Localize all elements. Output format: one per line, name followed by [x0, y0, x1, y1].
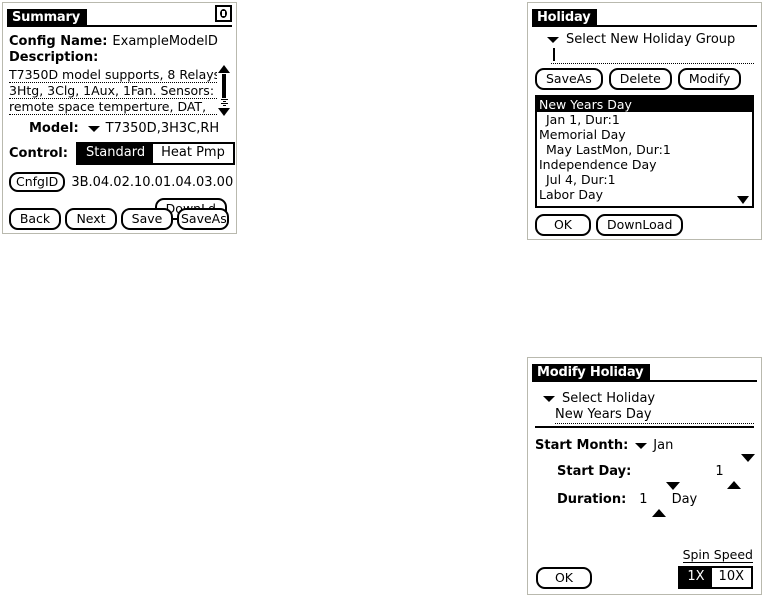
scroll-track-dots-icon — [220, 99, 228, 107]
spin-speed-option-10x[interactable]: 10X — [711, 568, 751, 587]
summary-title: Summary — [7, 9, 87, 27]
list-item[interactable]: Jan 1, Dur:1 — [537, 112, 752, 127]
cnfgid-button[interactable]: CnfgID — [9, 172, 66, 192]
holiday-action-buttons: SaveAs Delete Modify — [535, 68, 754, 90]
chevron-down-icon[interactable] — [547, 36, 559, 43]
list-item[interactable]: Memorial Day — [537, 127, 752, 142]
saveas-button[interactable]: SaveAs — [177, 208, 229, 230]
start-day-row: Start Day: 1 — [535, 454, 755, 489]
list-item[interactable]: New Years Day — [537, 97, 752, 112]
holiday-panel: Holiday Select New Holiday Group SaveAs … — [527, 2, 762, 240]
list-item[interactable]: Labor Day — [537, 187, 752, 202]
info-icon[interactable] — [215, 5, 232, 22]
start-month-value[interactable]: Jan — [653, 438, 673, 453]
text-caret — [553, 48, 555, 61]
config-name-row: Config Name: ExampleModelD — [9, 34, 230, 49]
description-line: 3Htg, 3Clg, 1Aux, 1Fan. Sensors: — [9, 83, 217, 99]
delete-button[interactable]: Delete — [608, 68, 672, 90]
description-box: T7350D model supports, 8 Relays: 3Htg, 3… — [9, 65, 230, 117]
modify-holiday-panel: Modify Holiday Select Holiday New Years … — [527, 357, 762, 595]
duration-label: Duration: — [557, 492, 627, 507]
select-holiday-label[interactable]: Select Holiday — [562, 391, 655, 406]
save-button[interactable]: Save — [121, 208, 173, 230]
holiday-footer-buttons: OK DownLoad — [535, 214, 754, 236]
download-button[interactable]: DownLoad — [596, 214, 684, 236]
holiday-list[interactable]: New Years Day Jan 1, Dur:1 Memorial Day … — [535, 95, 754, 208]
config-name-value: ExampleModelD — [112, 34, 218, 49]
control-label: Control: — [9, 146, 68, 161]
config-name-label: Config Name: — [9, 34, 108, 49]
holiday-group-select-row[interactable]: Select New Holiday Group — [535, 32, 754, 47]
control-toggle[interactable]: Standard Heat Pmp — [75, 142, 235, 165]
holiday-titlebar: Holiday — [532, 6, 757, 27]
spin-speed-toggle[interactable]: 1X 10X — [678, 565, 753, 589]
control-option-standard[interactable]: Standard — [77, 144, 154, 163]
spin-speed-label: Spin Speed — [682, 547, 753, 563]
holiday-group-input[interactable] — [551, 48, 754, 64]
control-option-heat-pmp[interactable]: Heat Pmp — [153, 144, 233, 163]
summary-titlebar: Summary — [7, 5, 232, 27]
start-day-label: Start Day: — [557, 464, 632, 479]
description-scrollbar[interactable] — [218, 65, 230, 117]
modify-ok-row: OK — [536, 567, 592, 589]
holiday-group-select-label[interactable]: Select New Holiday Group — [566, 32, 735, 47]
start-day-value: 1 — [715, 464, 724, 479]
modify-holiday-title: Modify Holiday — [532, 364, 651, 382]
model-label: Model: — [29, 121, 79, 136]
saveas-button[interactable]: SaveAs — [535, 68, 603, 90]
control-row: Control: Standard Heat Pmp — [9, 142, 235, 165]
list-item[interactable]: Jul 4, Dur:1 — [537, 172, 752, 187]
stepper-down-arrow-icon[interactable] — [740, 454, 755, 481]
stepper-up-arrow-icon[interactable] — [726, 462, 741, 489]
list-scroll-down-arrow-icon[interactable] — [737, 196, 749, 204]
scroll-down-arrow-icon[interactable] — [218, 108, 230, 116]
next-button[interactable]: Next — [65, 208, 117, 230]
back-button[interactable]: Back — [9, 208, 61, 230]
duration-value: 1 — [639, 492, 648, 507]
cnfgid-row: CnfgID 3B.04.02.10.01.04.03.00 — [9, 172, 234, 192]
spin-speed-seg[interactable]: 1X 10X — [678, 566, 753, 589]
spin-speed-option-1x[interactable]: 1X — [680, 568, 712, 587]
description-line: remote space temperture, DAT, — [9, 99, 217, 115]
description-text: T7350D model supports, 8 Relays: 3Htg, 3… — [9, 67, 217, 115]
stepper-up-arrow-icon[interactable] — [651, 490, 666, 517]
description-line: T7350D model supports, 8 Relays: — [9, 67, 217, 83]
description-label: Description: — [9, 50, 99, 65]
start-month-row: Start Month: Jan — [535, 438, 754, 453]
cnfgid-value: 3B.04.02.10.01.04.03.00 — [71, 174, 234, 190]
scroll-up-arrow-icon[interactable] — [218, 65, 230, 73]
chevron-down-icon[interactable] — [635, 442, 648, 449]
list-item[interactable]: May LastMon, Dur:1 — [537, 142, 752, 157]
holiday-title: Holiday — [532, 9, 598, 27]
chevron-down-icon[interactable] — [543, 395, 555, 402]
modify-button[interactable]: Modify — [677, 68, 742, 90]
duration-row: Duration: 1 Day — [535, 482, 754, 517]
model-value[interactable]: T7350D,3H3C,RH — [106, 121, 220, 136]
modify-titlebar: Modify Holiday — [532, 361, 757, 382]
summary-panel: Summary Config Name: ExampleModelD Descr… — [2, 2, 237, 234]
select-holiday-row[interactable]: Select Holiday — [535, 391, 754, 406]
start-month-label: Start Month: — [535, 438, 629, 453]
scroll-thumb[interactable] — [222, 74, 226, 98]
list-item[interactable]: Independence Day — [537, 157, 752, 172]
model-row: Model: T7350D,3H3C,RH — [9, 121, 230, 136]
start-day-stepper[interactable] — [726, 454, 755, 489]
summary-button-bar: Back Next Save SaveAs — [9, 208, 229, 230]
spin-speed-group: Spin Speed 1X 10X — [678, 544, 753, 589]
chevron-down-icon[interactable] — [87, 125, 100, 132]
ok-button[interactable]: OK — [536, 567, 592, 589]
duration-stepper[interactable] — [651, 482, 680, 517]
stepper-down-arrow-icon[interactable] — [665, 482, 680, 509]
divider — [535, 426, 754, 428]
select-holiday-value[interactable]: New Years Day — [555, 407, 754, 424]
description-row: Description: — [9, 50, 230, 65]
ok-button[interactable]: OK — [535, 214, 591, 236]
